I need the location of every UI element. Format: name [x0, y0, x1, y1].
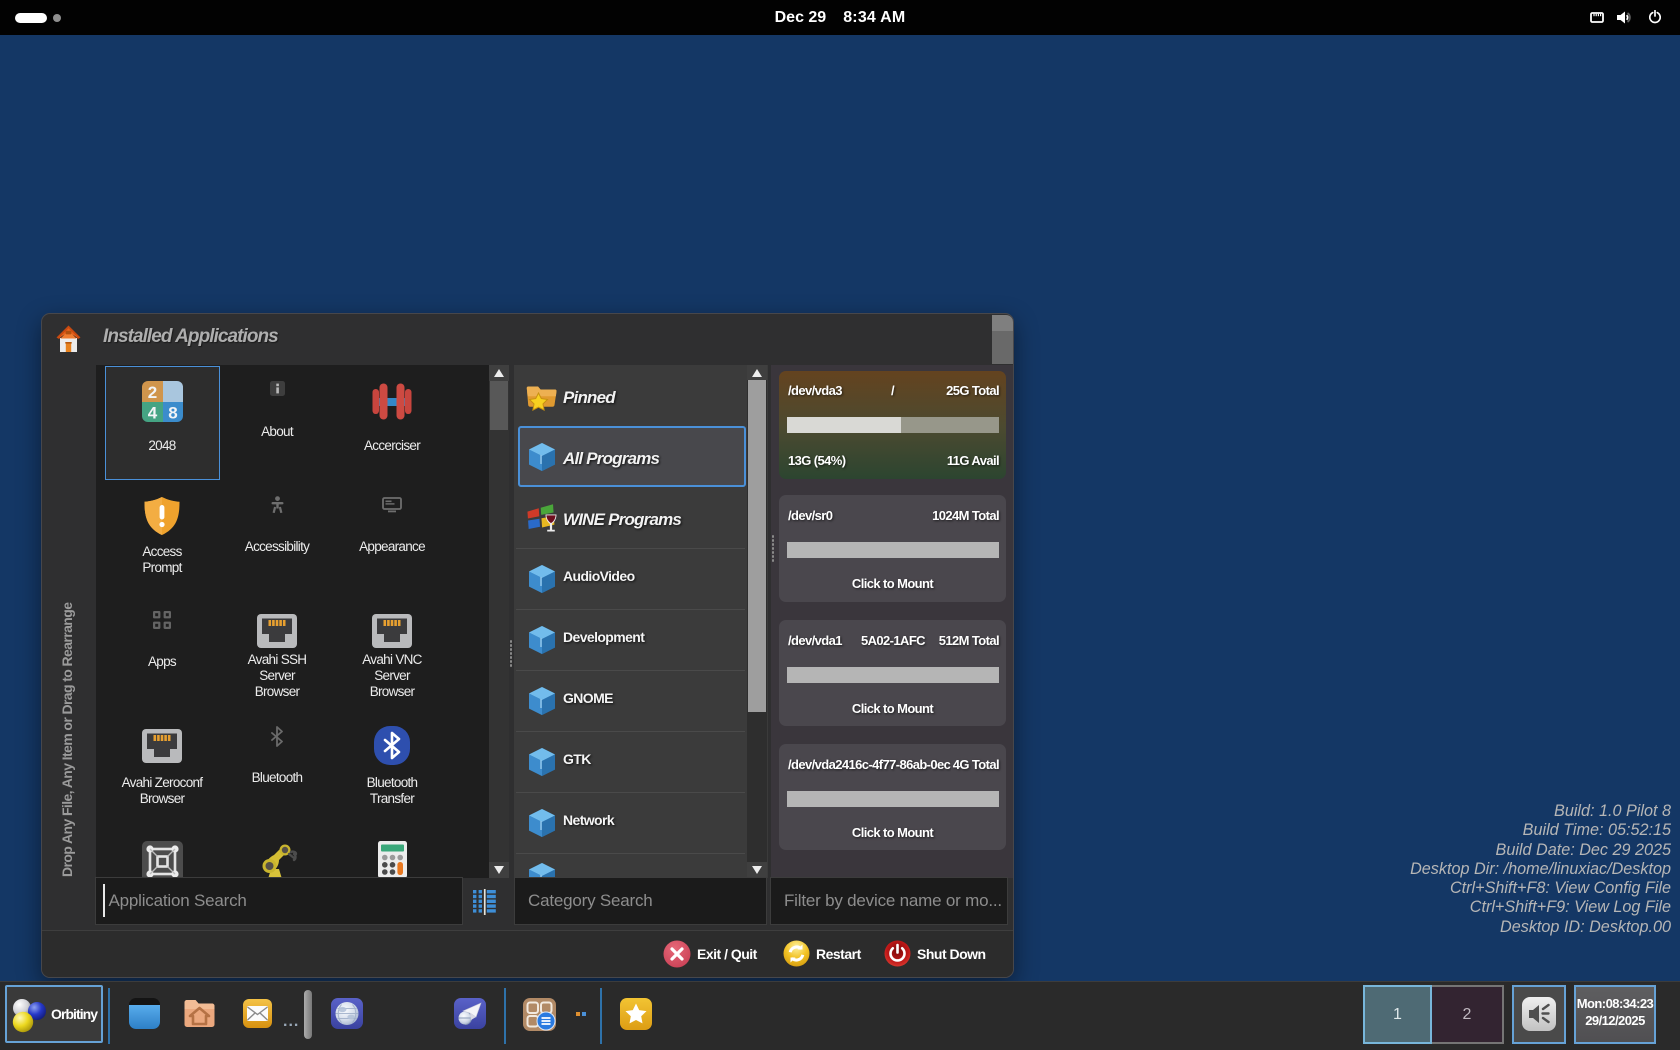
svg-text:8: 8	[168, 404, 177, 423]
svg-text:4: 4	[147, 404, 157, 423]
svg-text:2: 2	[147, 383, 156, 402]
